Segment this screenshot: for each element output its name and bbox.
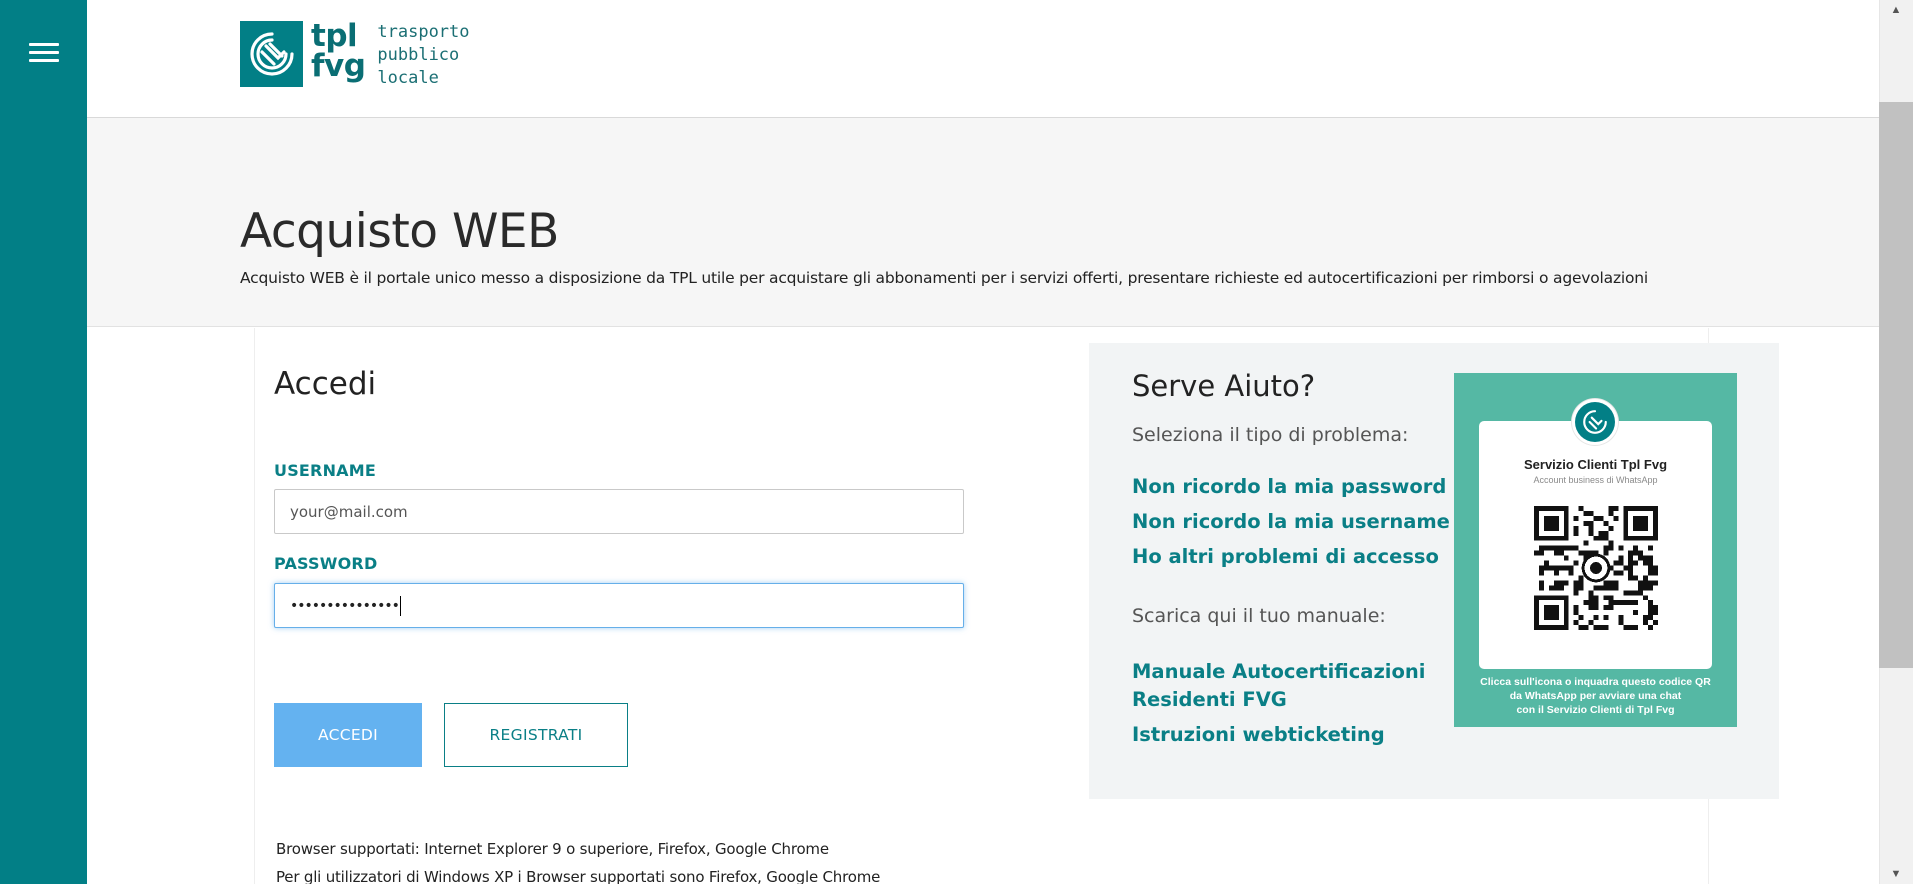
scrollbar[interactable]: ▲ ▼ (1879, 0, 1913, 884)
text-caret (399, 595, 401, 616)
help-title: Serve Aiuto? (1132, 369, 1316, 403)
whatsapp-subtitle: Account business di WhatsApp (1533, 475, 1658, 485)
qr-code-icon[interactable] (1534, 506, 1658, 630)
logo-wordmark: tpl fvg (311, 18, 366, 84)
login-title: Accedi (274, 366, 377, 402)
tpl-badge-icon (1572, 399, 1618, 445)
scroll-down-arrow-icon[interactable]: ▼ (1879, 864, 1913, 884)
username-input[interactable]: your@mail.com (274, 489, 964, 534)
password-input[interactable]: ••••••••••••••• (274, 583, 964, 628)
manual-autocertificazioni-link[interactable]: Manuale Autocertificazioni Residenti FVG (1132, 658, 1425, 714)
other-access-problems-link[interactable]: Ho altri problemi di accesso (1132, 543, 1439, 571)
logo-line-fvg: fvg (311, 48, 366, 84)
qr-caption-line-1: Clicca sull'icona o inquadra questo codi… (1480, 676, 1711, 688)
help-panel: Serve Aiuto? Seleziona il tipo di proble… (1089, 343, 1779, 799)
manual-link-line-2: Residenti FVG (1132, 688, 1287, 711)
manual-prompt: Scarica qui il tuo manuale: (1132, 605, 1386, 627)
scroll-up-arrow-icon[interactable]: ▲ (1879, 0, 1913, 20)
problem-prompt: Seleziona il tipo di problema: (1132, 424, 1409, 446)
qr-caption: Clicca sull'icona o inquadra questo codi… (1464, 675, 1727, 717)
forgot-password-link[interactable]: Non ricordo la mia password (1132, 473, 1446, 501)
hero-banner: Acquisto WEB Acquisto WEB è il portale u… (87, 118, 1879, 327)
scroll-thumb[interactable] (1879, 102, 1913, 668)
windows-xp-note: Per gli utilizzatori di Windows XP i Bro… (276, 868, 881, 884)
supported-browsers-note: Browser supportati: Internet Explorer 9 … (276, 840, 829, 858)
username-placeholder: your@mail.com (290, 502, 408, 521)
sidebar (0, 0, 87, 884)
registrati-button[interactable]: REGISTRATI (444, 703, 628, 767)
main-area: tpl fvg trasporto pubblico locale Acquis… (87, 0, 1879, 884)
page-title: Acquisto WEB (240, 204, 559, 259)
tpl-fvg-logo-icon (240, 21, 303, 87)
tpl-fvg-logo[interactable]: tpl fvg trasporto pubblico locale (240, 21, 470, 90)
password-value: ••••••••••••••• (290, 597, 400, 614)
webticketing-instructions-link[interactable]: Istruzioni webticketing (1132, 721, 1385, 749)
header: tpl fvg trasporto pubblico locale (87, 0, 1879, 118)
manual-link-line-1: Manuale Autocertificazioni (1132, 660, 1426, 683)
username-label: USERNAME (274, 461, 376, 480)
logo-tagline-2: pubblico (377, 45, 460, 65)
logo-tagline-3: locale (377, 68, 439, 88)
whatsapp-title: Servizio Clienti Tpl Fvg (1523, 457, 1668, 472)
accedi-button[interactable]: ACCEDI (274, 703, 422, 767)
hamburger-menu-icon[interactable] (29, 43, 59, 63)
logo-tagline: trasporto pubblico locale (377, 21, 469, 90)
password-label: PASSWORD (274, 554, 378, 573)
qr-caption-line-2: da WhatsApp per avviare una chat (1509, 690, 1682, 702)
whatsapp-qr-panel[interactable]: Servizio Clienti Tpl Fvg Account busines… (1454, 373, 1737, 727)
page-description: Acquisto WEB è il portale unico messo a … (240, 269, 1649, 287)
logo-line-tpl: tpl (311, 18, 358, 54)
logo-tagline-1: trasporto (377, 22, 470, 42)
qr-card: Servizio Clienti Tpl Fvg Account busines… (1479, 399, 1712, 669)
qr-caption-line-3: con il Servizio Clienti di Tpl Fvg (1516, 704, 1675, 716)
forgot-username-link[interactable]: Non ricordo la mia username (1132, 508, 1450, 536)
